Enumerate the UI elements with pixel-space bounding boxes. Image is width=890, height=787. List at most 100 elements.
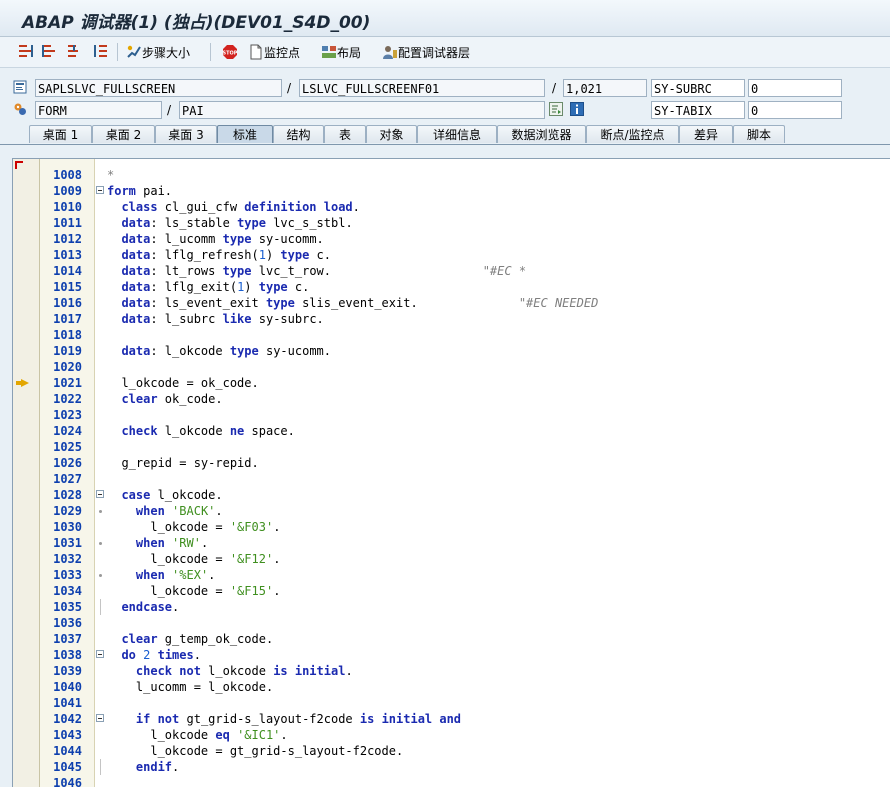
code-line[interactable]: 1046 <box>13 775 890 787</box>
tab-breakpoints-watchpoints[interactable]: 断点/监控点 <box>586 125 679 143</box>
code-line[interactable]: 1016 data: ls_event_exit type slis_event… <box>13 295 890 311</box>
code-line[interactable]: 1025 <box>13 439 890 455</box>
code-token: . <box>215 504 223 518</box>
code-line[interactable]: 1032 l_okcode = '&F12'. <box>13 551 890 567</box>
code-line[interactable]: 1038 do 2 times. <box>13 647 890 663</box>
code-line[interactable]: 1021 l_okcode = ok_code. <box>13 375 890 391</box>
tab-diff[interactable]: 差异 <box>679 125 733 143</box>
step-size-button[interactable]: 步骤大小 <box>126 43 190 61</box>
layout-button[interactable]: 布局 <box>321 43 361 61</box>
line-number: 1019 <box>53 344 82 358</box>
code-line[interactable]: 1041 <box>13 695 890 711</box>
line-number-field[interactable]: 1,021 <box>563 79 647 97</box>
code-token: form <box>107 184 136 198</box>
collapse-block-icon[interactable] <box>96 650 104 658</box>
code-line[interactable]: 1022 clear ok_code. <box>13 391 890 407</box>
code-line[interactable]: 1033 when '%EX'. <box>13 567 890 583</box>
tab-script[interactable]: 脚本 <box>733 125 785 143</box>
code-line[interactable]: 1011 data: ls_stable type lvc_s_stbl. <box>13 215 890 231</box>
code-line[interactable]: 1012 data: l_ucomm type sy-ucomm. <box>13 231 890 247</box>
code-line[interactable]: 1039 check not l_okcode is initial. <box>13 663 890 679</box>
code-text: when '%EX'. <box>107 567 216 583</box>
code-token: sy-subrc. <box>251 312 324 326</box>
stop-button[interactable]: STOP <box>222 43 238 61</box>
tab-standard[interactable]: 标准 <box>217 125 273 143</box>
return-icon[interactable] <box>67 44 85 60</box>
tab-objects[interactable]: 对象 <box>366 125 417 143</box>
code-line[interactable]: 1010 class cl_gui_cfw definition load. <box>13 199 890 215</box>
code-text: endcase. <box>107 599 179 615</box>
tab-details[interactable]: 详细信息 <box>417 125 497 143</box>
code-line[interactable]: 1036 <box>13 615 890 631</box>
collapse-block-icon[interactable] <box>96 490 104 498</box>
watchpoint-button[interactable]: 监控点 <box>248 43 300 61</box>
code-text: when 'RW'. <box>107 535 208 551</box>
code-line[interactable]: 1028 case l_okcode. <box>13 487 890 503</box>
variable-2-name-field[interactable]: SY-TABIX <box>651 101 745 119</box>
code-token: data <box>121 264 151 278</box>
info-icon[interactable] <box>570 102 584 116</box>
code-line[interactable]: 1037 clear g_temp_ok_code. <box>13 631 890 647</box>
code-line[interactable]: 1040 l_ucomm = l_okcode. <box>13 679 890 695</box>
variable-1-name-field[interactable]: SY-SUBRC <box>651 79 745 97</box>
code-line[interactable]: 1013 data: lflg_refresh(1) type c. <box>13 247 890 263</box>
code-text: clear ok_code. <box>107 391 222 407</box>
line-number: 1038 <box>53 648 82 662</box>
execute-icon[interactable] <box>42 44 60 60</box>
code-token: times <box>157 648 194 662</box>
continue-icon[interactable] <box>92 44 110 60</box>
tab-desktop-1[interactable]: 桌面 1 <box>29 125 92 143</box>
code-line[interactable]: 1045 endif. <box>13 759 890 775</box>
code-line[interactable]: 1024 check l_okcode ne space. <box>13 423 890 439</box>
include-field[interactable]: LSLVC_FULLSCREENF01 <box>299 79 545 97</box>
code-line[interactable]: 1043 l_okcode eq '&IC1'. <box>13 727 890 743</box>
code-text: class cl_gui_cfw definition load. <box>107 199 359 215</box>
code-token: : ls_stable <box>150 216 238 230</box>
code-line[interactable]: 1027 <box>13 471 890 487</box>
tab-desktop-2[interactable]: 桌面 2 <box>92 125 155 143</box>
code-token: type <box>222 232 252 246</box>
code-line[interactable]: 1044 l_okcode = gt_grid-s_layout-f2code. <box>13 743 890 759</box>
line-number: 1014 <box>53 264 82 278</box>
code-line[interactable]: 1023 <box>13 407 890 423</box>
code-line[interactable]: 1015 data: lflg_exit(1) type c. <box>13 279 890 295</box>
code-line[interactable]: 1026 g_repid = sy-repid. <box>13 455 890 471</box>
tab-tables[interactable]: 表 <box>324 125 366 143</box>
code-line[interactable]: 1018 <box>13 327 890 343</box>
collapse-block-icon[interactable] <box>96 714 104 722</box>
tab-data-explorer[interactable]: 数据浏览器 <box>497 125 586 143</box>
code-line[interactable]: 1029 when 'BACK'. <box>13 503 890 519</box>
code-line[interactable]: 1031 when 'RW'. <box>13 535 890 551</box>
code-token: type <box>237 216 266 230</box>
code-line[interactable]: 1017 data: l_subrc like sy-subrc. <box>13 311 890 327</box>
code-line[interactable]: 1035 endcase. <box>13 599 890 615</box>
navigate-source-icon[interactable] <box>549 102 563 116</box>
configure-layers-button[interactable]: 配置调试器层 <box>382 43 470 61</box>
code-line[interactable]: 1034 l_okcode = '&F15'. <box>13 583 890 599</box>
variable-2-value-field[interactable]: 0 <box>748 101 842 119</box>
code-token: 'RW' <box>172 536 201 550</box>
code-line[interactable]: 1009 form pai. <box>13 183 890 199</box>
program-field[interactable]: SAPLSLVC_FULLSCREEN <box>35 79 282 97</box>
source-code-editor[interactable]: 1008 * 1009 form pai. 1010 class cl_gui_cfw … <box>12 158 890 787</box>
code-line[interactable]: 1030 l_okcode = '&F03'. <box>13 519 890 535</box>
code-line[interactable]: 1042 if not gt_grid-s_layout-f2code is i… <box>13 711 890 727</box>
variable-1-value-field[interactable]: 0 <box>748 79 842 97</box>
event-name-field[interactable]: PAI <box>179 101 545 119</box>
code-line[interactable]: 1020 <box>13 359 890 375</box>
single-step-icon[interactable] <box>18 44 36 60</box>
code-line[interactable]: 1008 * <box>13 167 890 183</box>
code-text: data: ls_stable type lvc_s_stbl. <box>107 215 352 231</box>
code-line[interactable]: 1014 data: lt_rows type lvc_t_row. "#EC … <box>13 263 890 279</box>
code-line[interactable]: 1019 data: l_okcode type sy-ucomm. <box>13 343 890 359</box>
code-token: type <box>222 264 252 278</box>
tab-structures[interactable]: 结构 <box>273 125 324 143</box>
collapse-block-icon[interactable] <box>96 186 104 194</box>
event-type-field[interactable]: FORM <box>35 101 162 119</box>
line-number: 1044 <box>53 744 82 758</box>
tab-desktop-3[interactable]: 桌面 3 <box>155 125 217 143</box>
